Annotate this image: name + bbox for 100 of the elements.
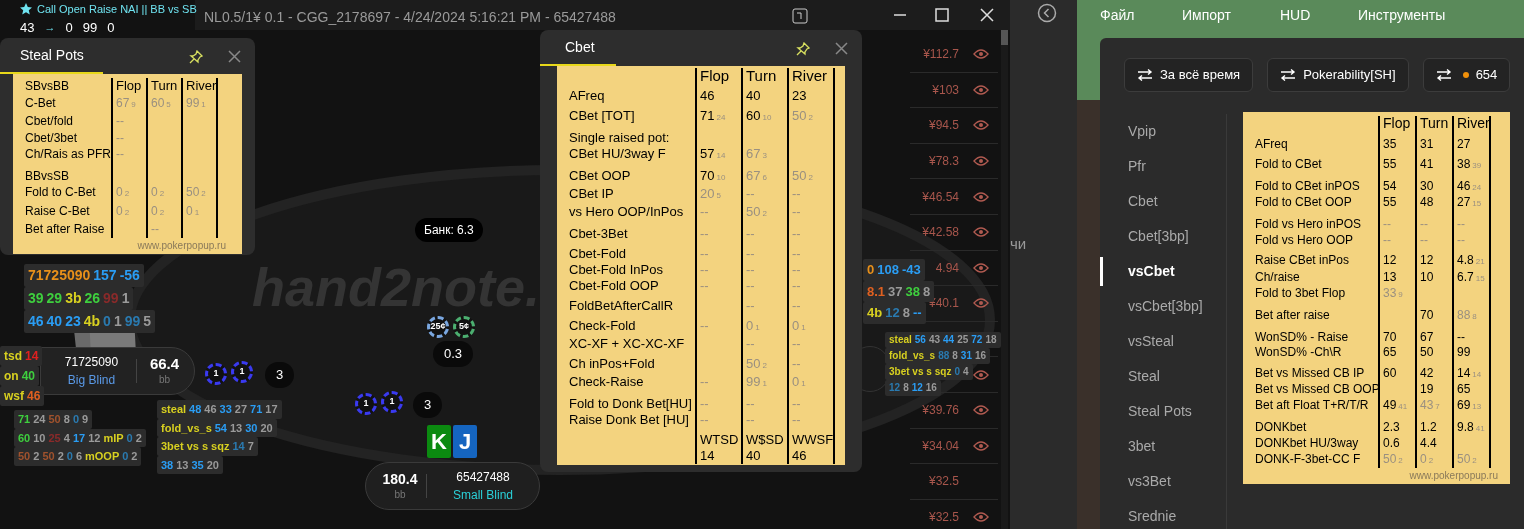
stat-value: -- <box>792 412 801 428</box>
eye-icon[interactable] <box>973 512 989 522</box>
hud-stat: 24 <box>33 412 46 427</box>
eye-icon[interactable] <box>973 49 989 60</box>
hud-stat: mOOP <box>85 449 120 464</box>
menu-item[interactable]: Инструменты <box>1358 5 1446 26</box>
hud-stat: -43 <box>901 261 921 279</box>
stat-value: -- <box>1457 329 1465 346</box>
stat-value: WWSF <box>792 432 834 448</box>
menu-item[interactable]: Импорт <box>1182 5 1231 26</box>
row-label: WonSD% - Raise <box>1255 329 1349 344</box>
column-header: River <box>792 68 827 84</box>
sample-count: 24 <box>1472 181 1482 194</box>
sidebar-item[interactable]: vsSteal <box>1100 324 1225 359</box>
hud-stat: 99 <box>103 289 119 308</box>
sidebar-item[interactable]: 3bet <box>1100 429 1225 464</box>
hud-stat: 35 <box>191 457 204 473</box>
eye-icon[interactable] <box>973 298 989 309</box>
sidebar-item[interactable]: Steal <box>1100 359 1225 394</box>
sidebar-item[interactable]: Vpip <box>1100 114 1225 149</box>
price-text: ¥94.5 <box>928 117 959 135</box>
arrow-symbol: → <box>44 20 56 35</box>
stat-value: -- <box>792 396 801 412</box>
stat-value: -- <box>792 246 801 262</box>
sidebar-item[interactable]: vs3Bet <box>1100 464 1225 499</box>
hud-stat: 37 <box>888 282 903 301</box>
stat-value: 27 <box>1457 136 1471 153</box>
hud-stat: 56 <box>914 333 926 347</box>
hud-stat: 2 <box>135 430 142 446</box>
hud-stat: 43 <box>928 333 941 347</box>
eye-icon[interactable] <box>973 369 989 380</box>
filter-button[interactable]: 654 <box>1422 58 1511 92</box>
menu-item[interactable]: HUD <box>1280 5 1311 26</box>
stat-value: 33 <box>1383 286 1397 302</box>
stat-value: 6.7 <box>1457 269 1474 286</box>
stat-value: 23 <box>792 88 807 104</box>
player-position: Big Blind <box>67 372 116 389</box>
menu-item[interactable]: Файл <box>1100 5 1135 26</box>
stat-value: 0 <box>792 374 800 390</box>
sidebar-item[interactable]: Cbet <box>1100 184 1225 219</box>
hud-stat: 8 <box>63 412 70 427</box>
sample-count: 41 <box>1398 400 1408 413</box>
row-label: Raise CBet inPos <box>1255 253 1350 268</box>
stat-value: 27 <box>1457 195 1471 211</box>
sample-count: 2 <box>124 188 130 200</box>
note-value: 0 <box>107 18 115 37</box>
hud-stat: wsf <box>4 388 24 405</box>
column-header: Flop <box>116 78 142 95</box>
stat-value: -- <box>700 226 709 242</box>
eye-icon[interactable] <box>973 191 989 202</box>
sample-count: 2 <box>159 206 165 219</box>
stat-value: -- <box>1420 216 1428 233</box>
sidebar-item[interactable]: Srednie <box>1100 499 1225 529</box>
stat-value: -- <box>746 262 755 278</box>
eye-icon[interactable] <box>973 156 989 167</box>
stat-value: -- <box>792 186 801 202</box>
hud-stat: 8 <box>923 282 931 299</box>
swap-icon <box>1137 69 1153 81</box>
pin-icon[interactable] <box>189 50 203 64</box>
stat-value: 65 <box>1457 382 1471 398</box>
sidebar-item[interactable]: Cbet[3bp] <box>1100 219 1225 254</box>
back-icon[interactable] <box>1037 3 1057 23</box>
sample-count: 2 <box>762 208 767 220</box>
eye-icon[interactable] <box>973 440 989 451</box>
hud-stat: 4 <box>63 430 70 446</box>
row-label: Cbet-3Bet <box>569 226 628 241</box>
row-label: Ch/raise <box>1255 269 1300 284</box>
scrollbar-thumb[interactable] <box>1001 30 1008 45</box>
hud-stat: 8 <box>902 304 910 322</box>
maximize-icon[interactable] <box>935 8 949 22</box>
eye-icon[interactable] <box>973 262 989 273</box>
playing-card: K <box>427 425 451 458</box>
hud-stat: tsd <box>4 348 22 365</box>
hud-stat: 17 <box>265 402 278 417</box>
stat-value: -- <box>700 262 709 278</box>
sidebar-item[interactable]: vsCbet[3bp] <box>1100 289 1225 324</box>
stat-value: 0 <box>151 202 158 219</box>
partial-text: чи <box>1010 234 1027 254</box>
sidebar-item[interactable]: vsCbet <box>1100 254 1225 289</box>
stat-value: -- <box>746 278 755 294</box>
stat-value: 99 <box>186 94 200 111</box>
sidebar-item[interactable]: Steal Pots <box>1100 394 1225 429</box>
hud-stat: 25 <box>957 333 969 347</box>
eye-icon[interactable] <box>973 120 989 131</box>
sample-count: 1 <box>201 98 206 111</box>
row-label: Fold vs Hero OOP <box>1255 232 1354 247</box>
note-value: 0 <box>65 18 73 37</box>
row-label: Bet aft Float T+R/T/R <box>1255 397 1369 412</box>
stat-value: 50 <box>1420 345 1434 361</box>
sidebar-item[interactable]: Pfr <box>1100 149 1225 184</box>
eye-icon[interactable] <box>973 405 989 416</box>
pin-icon[interactable] <box>796 42 810 56</box>
row-label: Raise C-Bet <box>25 203 90 218</box>
stat-value: 0 <box>186 202 193 219</box>
layout-icon[interactable] <box>792 8 808 24</box>
eye-icon[interactable] <box>973 227 989 238</box>
stat-value: -- <box>792 226 801 242</box>
filter-button[interactable]: Pokerability[SH] <box>1267 58 1409 92</box>
eye-icon[interactable] <box>973 84 989 95</box>
filter-button[interactable]: За всё время <box>1124 58 1254 92</box>
